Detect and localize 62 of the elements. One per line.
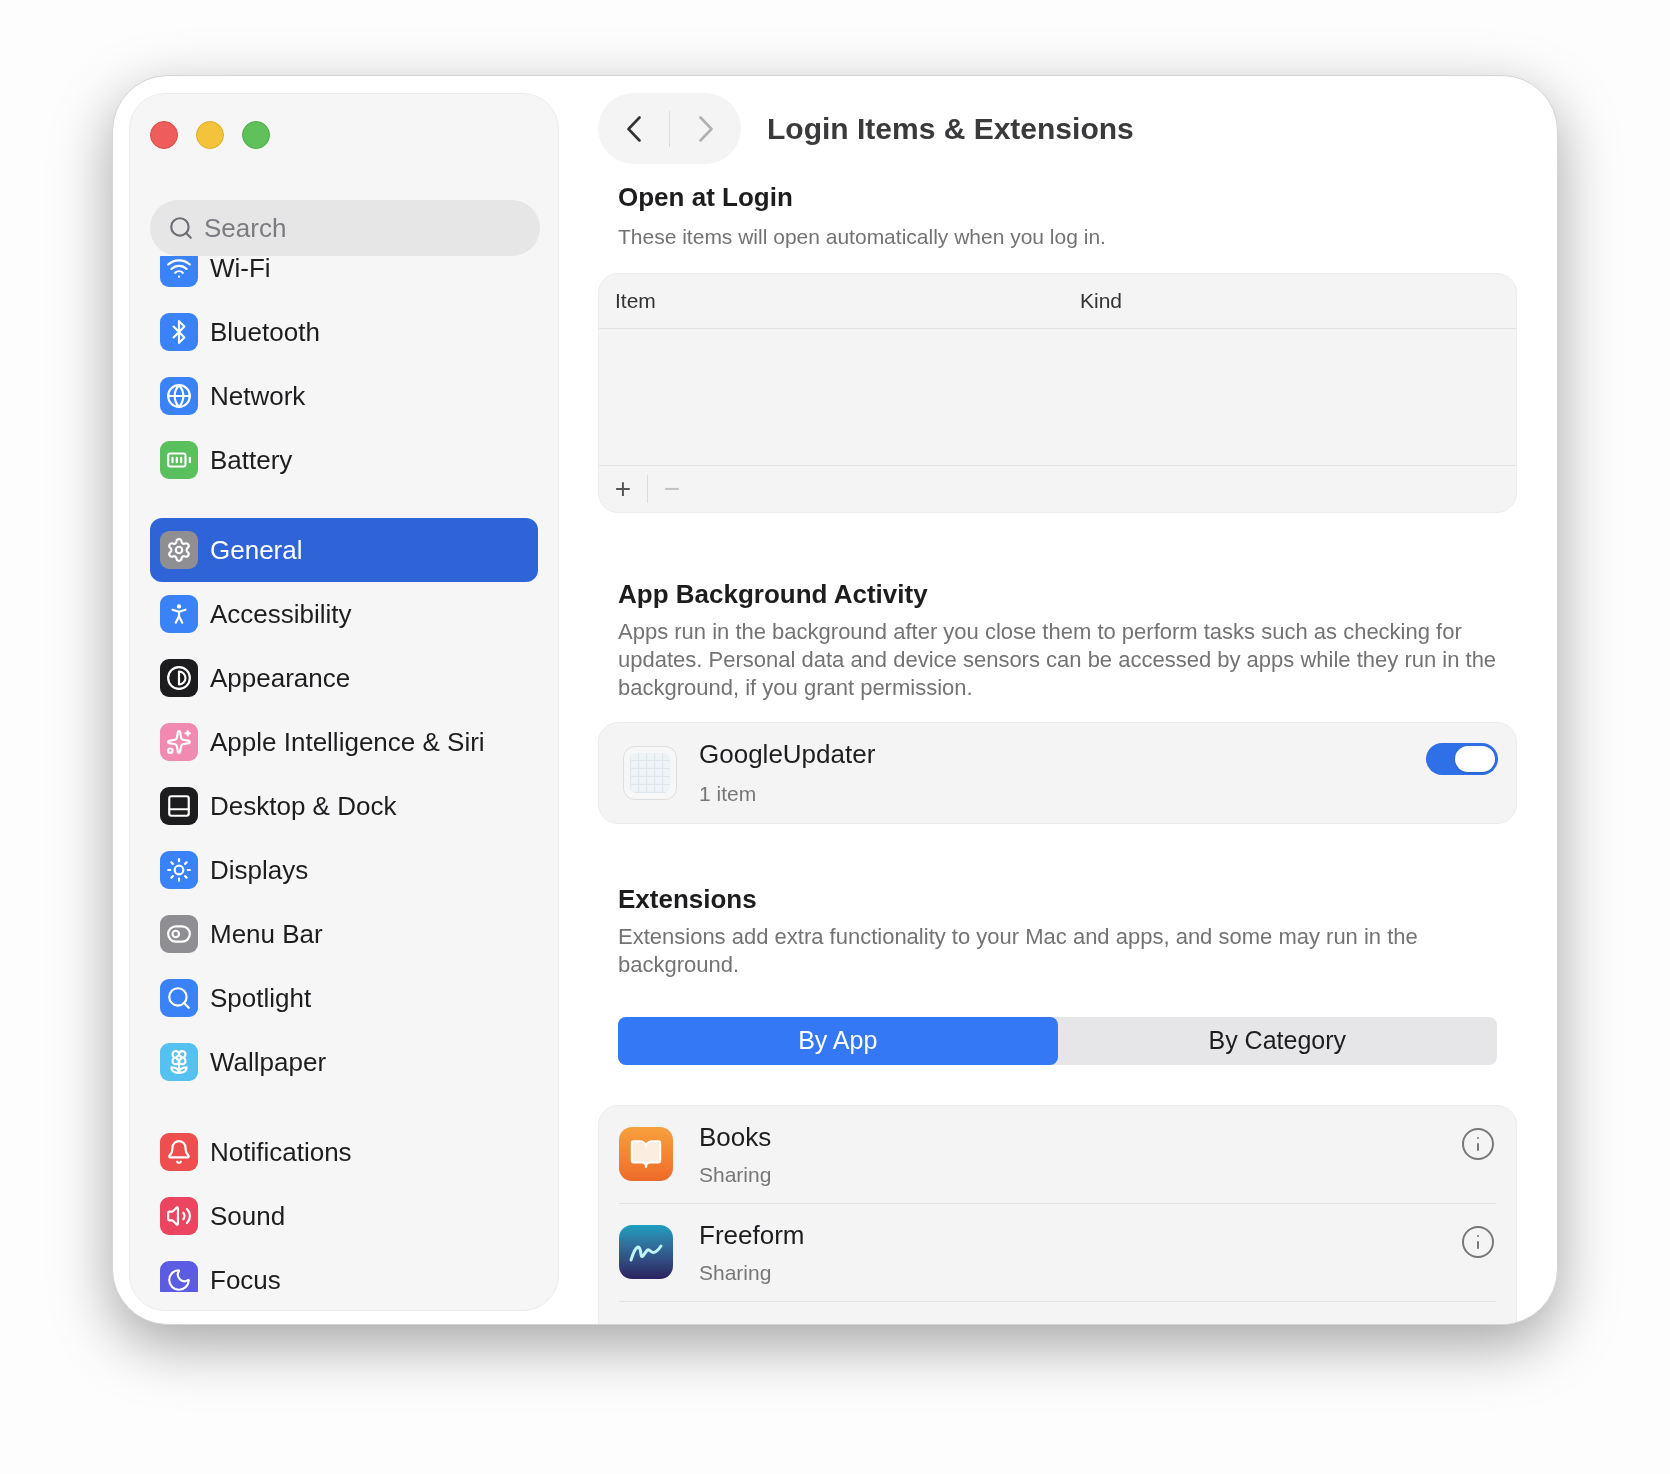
toggle-icon [160, 915, 198, 953]
sidebar-item[interactable]: Focus [150, 1248, 538, 1292]
sidebar-item[interactable]: Notifications [150, 1120, 538, 1184]
app-detail: 1 item [699, 781, 758, 808]
sun-icon [160, 851, 198, 889]
info-button[interactable] [1460, 1223, 1496, 1260]
globe-icon [160, 377, 198, 415]
search-field[interactable]: Search [150, 200, 540, 256]
grid-icon [623, 745, 677, 800]
minimize-button[interactable] [196, 121, 224, 149]
app-name: Books [699, 1120, 773, 1154]
book-icon [619, 1127, 673, 1181]
flower-icon [160, 1043, 198, 1081]
chevron-right-icon [698, 115, 713, 142]
sidebar-item[interactable]: Wallpaper [150, 1030, 538, 1094]
accessibility-icon [160, 595, 198, 633]
sidebar-item[interactable]: Displays [150, 838, 538, 902]
section-heading: Extensions [618, 882, 758, 916]
sidebar-item[interactable]: Sound [150, 1184, 538, 1248]
sidebar-item[interactable]: Spotlight [150, 966, 538, 1030]
sidebar-item[interactable]: Network [150, 364, 538, 428]
segment-tab[interactable]: By App [618, 1016, 1058, 1065]
sidebar-item[interactable]: Apple Intelligence & Siri [150, 710, 538, 774]
app-detail: Sharing [699, 1161, 773, 1188]
sparkles-icon [160, 723, 198, 761]
sidebar-item[interactable]: Accessibility [150, 582, 538, 646]
sidebar-item[interactable]: General [150, 518, 538, 582]
sidebar-item[interactable]: Bluetooth [150, 300, 538, 364]
magnifier-icon [160, 979, 198, 1017]
bell-icon [160, 1133, 198, 1171]
column-header: Item [615, 287, 657, 314]
sidebar-item[interactable]: Wi-Fi [150, 256, 538, 300]
segment-tab[interactable]: By Category [1057, 1016, 1497, 1065]
section-heading: App Background Activity [618, 577, 929, 611]
app-name: GoogleUpdater [699, 738, 877, 772]
bluetooth-icon [160, 313, 198, 351]
sidebar-item[interactable]: Appearance [150, 646, 538, 710]
info-button[interactable] [1460, 1125, 1496, 1162]
battery-icon [160, 441, 198, 479]
toggle-switch[interactable] [1426, 742, 1498, 775]
column-header: Kind [1080, 287, 1123, 314]
app-detail: Sharing [699, 1259, 773, 1286]
window-title: Login Items & Extensions [767, 111, 1134, 147]
section-description: Extensions add extra functionality to your Mac and apps, and some may run in the background. [618, 922, 1419, 979]
close-button[interactable] [150, 121, 178, 149]
gear-icon [160, 531, 198, 569]
add-button[interactable]: + [599, 465, 647, 512]
speaker-icon [160, 1197, 198, 1235]
app-name: Freeform [699, 1218, 806, 1252]
dock-icon [160, 787, 198, 825]
section-description: Apps run in the background after you close them to perform tasks such as checking for updates. Personal data and device sensors can be accessed by apps while they run in the background, if you grant permission. [618, 617, 1497, 702]
zoom-button[interactable] [242, 121, 270, 149]
search-icon [168, 215, 194, 241]
sidebar-item[interactable]: Battery [150, 428, 538, 492]
section-description: These items will open automatically when you log in. [618, 224, 1107, 250]
sidebar-item[interactable]: Menu Bar [150, 902, 538, 966]
squiggle-icon [619, 1225, 673, 1279]
sidebar-item[interactable]: Desktop & Dock [150, 774, 538, 838]
wifi-icon [160, 256, 198, 287]
chevron-left-icon [626, 115, 641, 142]
section-heading: Open at Login [618, 181, 794, 214]
moon-icon [160, 1261, 198, 1292]
